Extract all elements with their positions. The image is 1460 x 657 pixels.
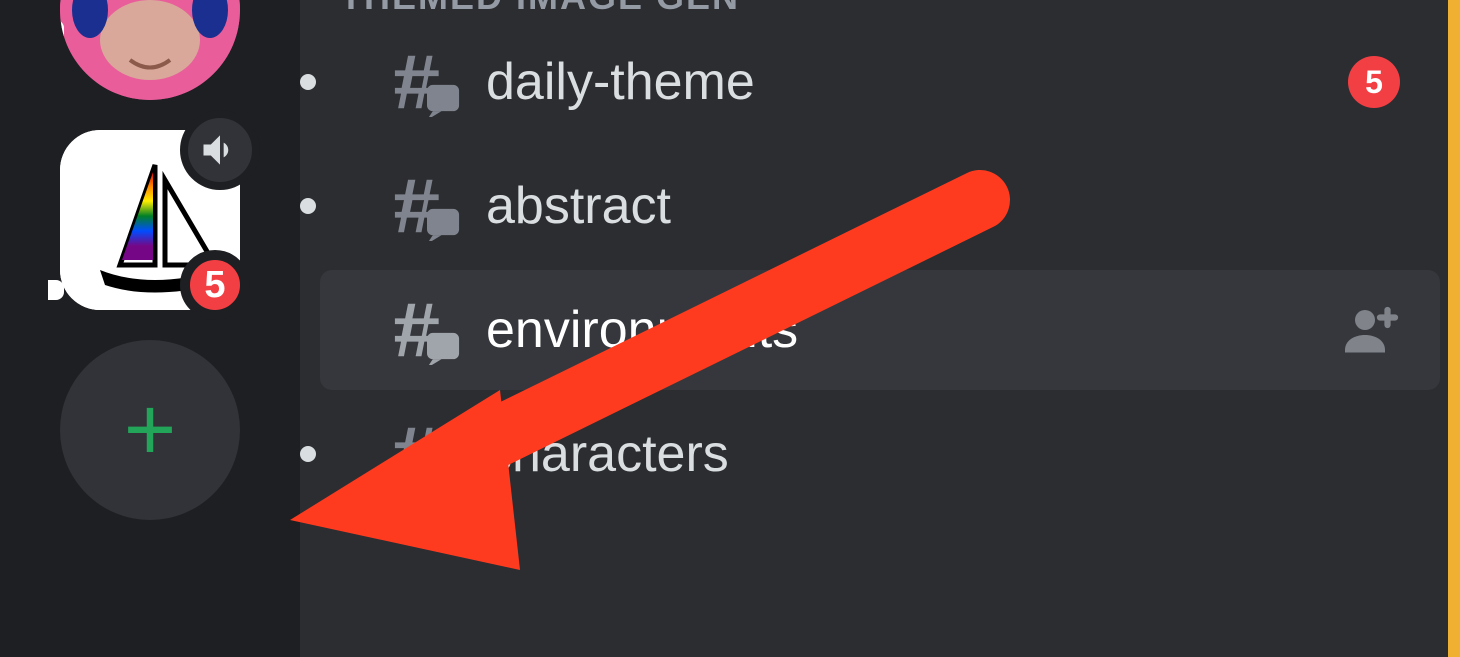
mention-badge: 5: [1348, 56, 1400, 108]
hash-chat-icon: [392, 171, 462, 241]
server-active-pill: [60, 20, 64, 70]
hash-chat-icon: [392, 47, 462, 117]
channel-environments[interactable]: environments: [320, 270, 1440, 390]
unread-dot: [300, 198, 316, 214]
hash-chat-icon: [392, 419, 462, 489]
channel-abstract[interactable]: abstract: [320, 146, 1440, 266]
unread-dot: [300, 74, 316, 90]
channel-name: abstract: [486, 176, 1400, 236]
unread-dot: [300, 446, 316, 462]
invite-people-icon[interactable]: [1340, 300, 1400, 360]
server-icon-vr[interactable]: [60, 0, 240, 100]
channel-name: daily-theme: [486, 52, 1348, 112]
channel-daily-theme[interactable]: daily-theme 5: [320, 22, 1440, 142]
add-server-button[interactable]: +: [60, 340, 240, 520]
server-unread-pill: [48, 280, 64, 300]
channel-panel: THEMED IMAGE GEN daily-theme 5 abstract …: [300, 0, 1460, 657]
right-accent-bar: [1448, 0, 1460, 657]
server-rail: 5 +: [0, 0, 300, 657]
channel-name: characters: [486, 424, 1400, 484]
server-mention-count: 5: [204, 264, 225, 307]
channel-characters[interactable]: characters: [320, 394, 1440, 514]
server-icon-sail[interactable]: 5: [60, 130, 240, 310]
channel-name: environments: [486, 300, 1320, 360]
mention-count: 5: [1365, 64, 1383, 101]
hash-chat-icon: [392, 295, 462, 365]
speaker-icon: [198, 128, 242, 172]
avatar-vr-art: [60, 0, 240, 100]
plus-icon: +: [124, 385, 177, 475]
speaker-badge: [180, 110, 260, 190]
category-header[interactable]: THEMED IMAGE GEN: [300, 0, 1460, 18]
server-mention-badge: 5: [180, 250, 250, 320]
